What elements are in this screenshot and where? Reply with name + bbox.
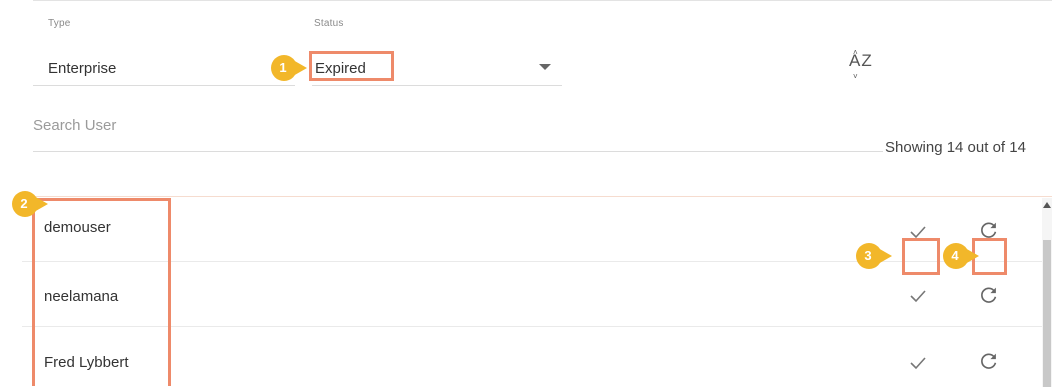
scrollbar-thumb[interactable] — [1043, 240, 1051, 387]
callout-number: 4 — [951, 248, 959, 263]
scroll-up-arrow-icon[interactable] — [1043, 202, 1051, 208]
dropdown-arrow-icon[interactable] — [539, 64, 551, 70]
showing-count: Showing 14 out of 14 — [885, 139, 1026, 156]
top-divider — [33, 0, 1052, 1]
type-value: Enterprise — [48, 60, 117, 77]
user-row[interactable]: neelamana — [22, 262, 1042, 327]
status-highlight-box — [309, 51, 394, 81]
callout-4: 4 — [943, 242, 979, 270]
search-user-input[interactable]: Search User — [33, 113, 883, 152]
callout-3: 3 — [856, 242, 892, 270]
user-row[interactable]: Fred Lybbert — [22, 328, 1042, 386]
callout-number: 3 — [864, 248, 872, 263]
sort-up-arrow-icon: ˄ — [853, 48, 858, 57]
check-icon[interactable] — [908, 353, 928, 373]
type-label: Type — [48, 18, 71, 29]
callout-number: 2 — [20, 196, 28, 211]
check-highlight-box — [902, 238, 940, 275]
sort-down-arrow-icon: ˅ — [853, 72, 858, 81]
callout-number: 1 — [279, 60, 287, 75]
sort-az-icon[interactable]: ˄ AZ ˅ — [849, 48, 877, 81]
status-label: Status — [314, 18, 344, 29]
callout-2: 2 — [12, 190, 48, 218]
search-placeholder: Search User — [33, 117, 117, 134]
check-icon[interactable] — [908, 286, 928, 306]
type-select[interactable]: Enterprise — [33, 55, 295, 86]
refresh-icon[interactable] — [978, 284, 1000, 306]
refresh-icon[interactable] — [978, 350, 1000, 372]
names-highlight-box — [32, 198, 171, 386]
callout-1: 1 — [271, 54, 307, 82]
